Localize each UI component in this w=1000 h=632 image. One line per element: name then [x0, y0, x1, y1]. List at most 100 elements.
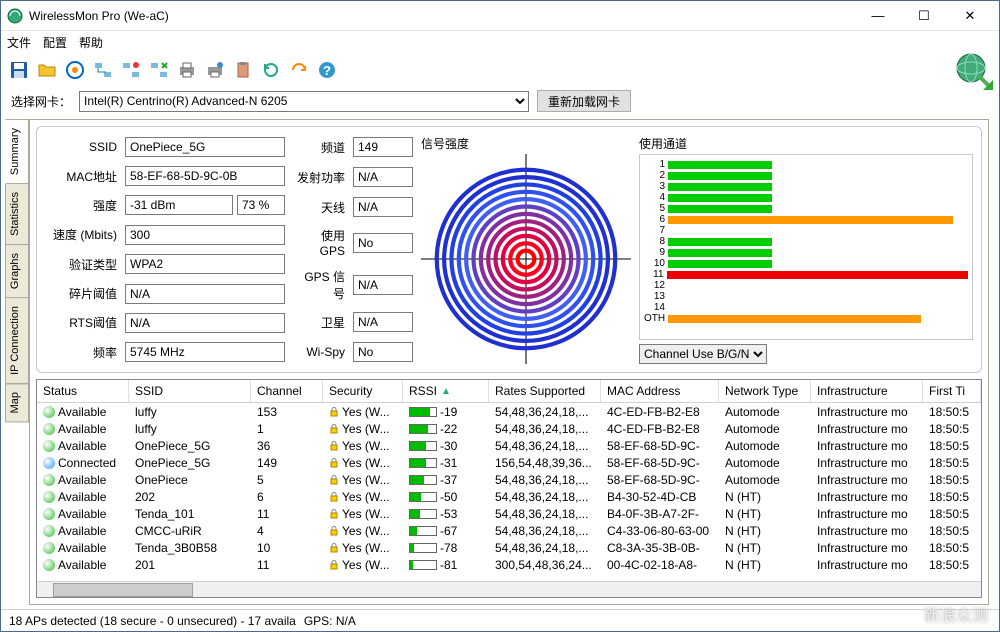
wispy-label: Wi-Spy [293, 345, 349, 359]
channel-row: 5 [644, 203, 968, 214]
table-row[interactable]: AvailableOnePiece_5G36Yes (W...-3054,48,… [37, 437, 981, 454]
menu-help[interactable]: 帮助 [79, 34, 103, 51]
channel-row: 1 [644, 159, 968, 170]
refresh-icon[interactable] [259, 58, 283, 82]
mac-label: MAC地址 [45, 168, 121, 185]
antenna-label: 天线 [293, 199, 349, 216]
scroll-thumb[interactable] [53, 583, 193, 597]
maximize-button[interactable]: ☐ [901, 1, 947, 31]
clipboard-icon[interactable] [231, 58, 255, 82]
nic-select[interactable]: Intel(R) Centrino(R) Advanced-N 6205 [79, 91, 529, 112]
gps-label: 使用 GPS [293, 227, 349, 258]
txpower-field: N/A [353, 167, 413, 187]
chan-field: 149 [353, 137, 413, 157]
channel-row: 13 [644, 291, 968, 302]
radar-chart [421, 154, 631, 364]
titlebar: WirelessMon Pro (We-aC) — ☐ ✕ [1, 1, 999, 31]
frag-label: 碎片阈值 [45, 285, 121, 302]
toolbar: ? [1, 53, 999, 87]
target-icon[interactable] [63, 58, 87, 82]
help-icon[interactable]: ? [315, 58, 339, 82]
sort-asc-icon: ▲ [441, 386, 451, 397]
gpssig-field: N/A [353, 275, 413, 295]
info-mid: 频道 149 发射功率 N/A 天线 N/A 使用 GPS No GPS 信号 … [293, 135, 413, 364]
freq-label: 频率 [45, 344, 121, 361]
horizontal-scrollbar[interactable] [37, 581, 981, 597]
table-row[interactable]: Availableluffy1Yes (W...-2254,48,36,24,1… [37, 420, 981, 437]
gps-field: No [353, 233, 413, 253]
gpssig-label: GPS 信号 [293, 268, 349, 302]
table-row[interactable]: Available20111Yes (W...-81300,54,48,36,2… [37, 556, 981, 573]
app-icon [7, 8, 23, 24]
channel-row: OTH [644, 313, 968, 324]
tab-statistics[interactable]: Statistics [5, 183, 29, 245]
channel-row: 12 [644, 280, 968, 291]
channel-row: 4 [644, 192, 968, 203]
sat-label: 卫星 [293, 314, 349, 331]
rts-field: N/A [125, 313, 285, 333]
col-nettype[interactable]: Network Type [719, 380, 811, 402]
col-status[interactable]: Status [37, 380, 129, 402]
speed-field: 300 [125, 225, 285, 245]
col-mac[interactable]: MAC Address [601, 380, 719, 402]
col-security[interactable]: Security [323, 380, 403, 402]
minimize-button[interactable]: — [855, 1, 901, 31]
close-button[interactable]: ✕ [947, 1, 993, 31]
reload-nic-button[interactable]: 重新加载网卡 [537, 90, 631, 112]
globe-icon [953, 50, 993, 90]
table-row[interactable]: AvailableCMCC-uRiR4Yes (W...-6754,48,36,… [37, 522, 981, 539]
channel-row: 3 [644, 181, 968, 192]
antenna-field: N/A [353, 197, 413, 217]
table-row[interactable]: ConnectedOnePiece_5G149Yes (W...-31156,5… [37, 454, 981, 471]
print-icon[interactable] [175, 58, 199, 82]
sat-field: N/A [353, 312, 413, 332]
net2-icon[interactable] [119, 58, 143, 82]
radar-header: 信号强度 [421, 135, 631, 152]
save-icon[interactable] [7, 58, 31, 82]
strength-field: -31 dBm [125, 195, 233, 215]
channel-mode-select[interactable]: Channel Use B/G/N [639, 344, 767, 364]
col-rssi[interactable]: RSSI▲ [403, 380, 489, 402]
col-infra[interactable]: Infrastructure [811, 380, 923, 402]
tab-summary[interactable]: Summary [5, 119, 29, 184]
net3-icon[interactable] [147, 58, 171, 82]
refresh2-icon[interactable] [287, 58, 311, 82]
net1-icon[interactable] [91, 58, 115, 82]
col-rates[interactable]: Rates Supported [489, 380, 601, 402]
table-row[interactable]: AvailableTenda_3B0B5810Yes (W...-7854,48… [37, 539, 981, 556]
open-icon[interactable] [35, 58, 59, 82]
strength-pct-field: 73 % [237, 195, 285, 215]
tab-map[interactable]: Map [5, 383, 29, 422]
grid-header: Status SSID Channel Security RSSI▲ Rates… [37, 380, 981, 403]
signal-radar: 信号强度 [421, 135, 631, 364]
grid-body[interactable]: Availableluffy153Yes (W...-1954,48,36,24… [37, 403, 981, 581]
rts-label: RTS阈值 [45, 314, 121, 331]
print2-icon[interactable] [203, 58, 227, 82]
channel-row: 11 [644, 269, 968, 280]
auth-field: WPA2 [125, 254, 285, 274]
strength-label: 强度 [45, 197, 121, 214]
col-first[interactable]: First Ti [923, 380, 981, 402]
freq-field: 5745 MHz [125, 342, 285, 362]
nic-selectbar: 选择网卡： Intel(R) Centrino(R) Advanced-N 62… [1, 87, 999, 115]
channel-chart: 1234567891011121314OTH [639, 154, 973, 340]
menu-config[interactable]: 配置 [43, 34, 67, 51]
channel-row: 9 [644, 247, 968, 258]
table-row[interactable]: AvailableTenda_10111Yes (W...-5354,48,36… [37, 505, 981, 522]
table-row[interactable]: Availableluffy153Yes (W...-1954,48,36,24… [37, 403, 981, 420]
channel-row: 10 [644, 258, 968, 269]
svg-text:?: ? [323, 63, 331, 78]
tab-ipconn[interactable]: IP Connection [5, 297, 29, 384]
tab-graphs[interactable]: Graphs [5, 244, 29, 298]
ap-grid: Status SSID Channel Security RSSI▲ Rates… [36, 379, 982, 598]
channel-row: 6 [644, 214, 968, 225]
col-ssid[interactable]: SSID [129, 380, 251, 402]
table-row[interactable]: AvailableOnePiece5Yes (W...-3754,48,36,2… [37, 471, 981, 488]
status-aps: 18 APs detected (18 secure - 0 unsecured… [9, 614, 296, 628]
col-channel[interactable]: Channel [251, 380, 323, 402]
menu-file[interactable]: 文件 [7, 34, 31, 51]
summary-panel: SSID OnePiece_5G MAC地址 58-EF-68-5D-9C-0B… [36, 126, 982, 373]
window-title: WirelessMon Pro (We-aC) [29, 9, 855, 23]
table-row[interactable]: Available2026Yes (W...-5054,48,36,24,18,… [37, 488, 981, 505]
nic-label: 选择网卡： [11, 93, 71, 110]
